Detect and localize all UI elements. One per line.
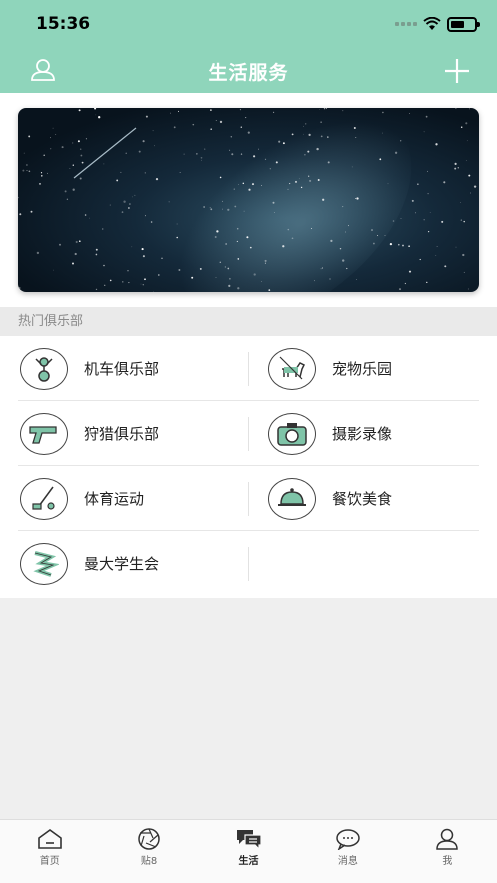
- tab-label: 我: [442, 856, 453, 867]
- dining-cloche-icon: [268, 477, 316, 520]
- club-label: 狩猎俱乐部: [84, 425, 160, 443]
- dog-icon: [268, 347, 316, 390]
- camera-icon: [268, 412, 316, 455]
- add-icon[interactable]: [443, 57, 471, 85]
- divider: [248, 417, 249, 451]
- header-bar: 15:36 生活服务: [0, 0, 497, 93]
- banner-image[interactable]: [18, 108, 479, 292]
- club-item-sports[interactable]: 体育运动: [20, 466, 144, 531]
- user-icon: [436, 828, 459, 850]
- section-title: 热门俱乐部: [0, 307, 497, 336]
- tab-label: 生活: [238, 856, 259, 867]
- status-time: 15:36: [36, 14, 91, 34]
- club-grid: 机车俱乐部 宠物乐园 狩猎俱乐部 摄影录像 体育运动 餐饮美食 曼大学生会: [0, 336, 497, 598]
- divider: [248, 352, 249, 386]
- gun-icon: [20, 412, 68, 455]
- golf-icon: [20, 477, 68, 520]
- wifi-icon: [423, 17, 441, 30]
- starry-sky-image: [18, 108, 477, 292]
- divider: [248, 482, 249, 516]
- divider: [18, 530, 479, 531]
- tab-home[interactable]: 首页: [0, 820, 99, 883]
- club-item-pets[interactable]: 宠物乐园: [268, 336, 392, 401]
- signal-icon: [395, 22, 417, 26]
- tab-life[interactable]: 生活: [199, 820, 298, 883]
- tab-tie8[interactable]: 贴8: [99, 820, 198, 883]
- tab-bar: 首页 贴8 生活 消息 我: [0, 819, 497, 883]
- tab-label: 首页: [39, 856, 60, 867]
- club-label: 摄影录像: [332, 425, 393, 443]
- club-item-dining[interactable]: 餐饮美食: [268, 466, 392, 531]
- club-item-motorcycle[interactable]: 机车俱乐部: [20, 336, 159, 401]
- club-item-student-union[interactable]: 曼大学生会: [20, 531, 159, 596]
- club-item-photography[interactable]: 摄影录像: [268, 401, 392, 466]
- banner-section: [0, 93, 497, 307]
- aperture-icon: [138, 828, 160, 850]
- club-label: 餐饮美食: [332, 490, 393, 508]
- club-label: 曼大学生会: [84, 555, 160, 573]
- tab-messages[interactable]: 消息: [298, 820, 397, 883]
- home-icon: [37, 829, 62, 849]
- tab-label: 消息: [337, 856, 358, 867]
- tab-me[interactable]: 我: [398, 820, 497, 883]
- status-indicators: [395, 14, 480, 34]
- divider: [18, 400, 479, 401]
- tab-label: 贴8: [140, 856, 158, 867]
- chat-bubbles-icon: [236, 830, 262, 850]
- club-label: 机车俱乐部: [84, 360, 160, 378]
- motorcycle-icon: [20, 347, 68, 390]
- club-label: 体育运动: [84, 490, 145, 508]
- battery-icon: [447, 16, 480, 32]
- divider: [18, 465, 479, 466]
- page-title: 生活服务: [208, 62, 289, 84]
- message-bubble-icon: [336, 829, 360, 850]
- divider: [248, 547, 249, 581]
- club-label: 宠物乐园: [332, 360, 393, 378]
- student-union-icon: [20, 542, 68, 585]
- club-item-hunting[interactable]: 狩猎俱乐部: [20, 401, 159, 466]
